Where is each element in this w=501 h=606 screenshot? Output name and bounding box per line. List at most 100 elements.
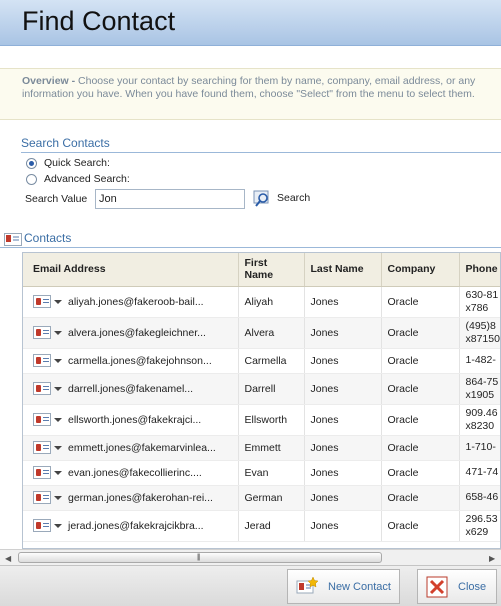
close-label: Close: [458, 580, 487, 593]
quick-search-label: Quick Search:: [44, 157, 110, 169]
contact-card-icon[interactable]: [33, 441, 51, 454]
quick-search-option[interactable]: Quick Search:: [26, 157, 110, 169]
company-cell: Oracle: [381, 510, 460, 542]
table-row[interactable]: ellsworth.jones@fakekrajci... Ellsworth Jo…: [23, 404, 500, 436]
contact-card-icon[interactable]: [33, 491, 51, 504]
table-row[interactable]: jerad.jones@fakekrajcikbra... Jerad Jones O…: [23, 510, 500, 542]
email-cell: german.jones@fakerohan-rei...: [23, 485, 239, 511]
email-cell: ellsworth.jones@fakekrajci...: [23, 404, 239, 436]
row-menu-dropdown-icon[interactable]: [54, 386, 62, 391]
contact-card-icon[interactable]: [33, 354, 51, 367]
email-text: aliyah.jones@fakeroob-bail...: [68, 295, 204, 308]
phone-text: 864-75 x1905: [465, 375, 499, 401]
footer-bar: New Contact Close: [0, 565, 501, 606]
email-text: ellsworth.jones@fakekrajci...: [68, 413, 202, 426]
column-header-company[interactable]: Company: [381, 253, 460, 287]
row-menu-dropdown-icon[interactable]: [54, 417, 62, 422]
row-menu-dropdown-icon[interactable]: [54, 299, 62, 304]
phone-cell: 909.46 x8230: [459, 404, 500, 436]
phone-cell: (495)8 x87150: [459, 317, 500, 349]
search-value-label: Search Value: [25, 193, 88, 205]
close-button[interactable]: Close: [417, 569, 497, 604]
first-name-cell: Darrell: [238, 373, 305, 405]
email-text: alvera.jones@fakegleichner...: [68, 326, 206, 339]
scrollbar-thumb[interactable]: |||: [18, 552, 382, 563]
overview-panel: Overview - Choose your contact by search…: [0, 68, 501, 120]
email-text: jerad.jones@fakekrajcikbra...: [68, 519, 204, 532]
phone-cell: 1-482-: [459, 348, 500, 374]
table-row[interactable]: darrell.jones@fakenamel... Darrell Jones Or…: [23, 373, 500, 405]
last-name-cell: Jones: [304, 460, 382, 486]
row-menu-dropdown-icon[interactable]: [54, 495, 62, 500]
row-menu-dropdown-icon[interactable]: [54, 358, 62, 363]
column-header-first-name[interactable]: First Name: [238, 253, 305, 287]
contact-card-icon[interactable]: [33, 466, 51, 479]
search-value-input[interactable]: [95, 189, 245, 209]
company-cell: Oracle: [381, 404, 460, 436]
email-text: darrell.jones@fakenamel...: [68, 382, 194, 395]
email-cell: darrell.jones@fakenamel...: [23, 373, 239, 405]
email-text: evan.jones@fakecollierinc....: [68, 466, 202, 479]
row-menu-dropdown-icon[interactable]: [54, 445, 62, 450]
first-name-cell: Emmett: [238, 435, 305, 461]
last-name-cell: Jones: [304, 435, 382, 461]
contact-card-icon[interactable]: [33, 295, 51, 308]
contact-card-icon[interactable]: [33, 413, 51, 426]
row-menu-dropdown-icon[interactable]: [54, 330, 62, 335]
column-header-phone[interactable]: Phone: [459, 253, 500, 287]
phone-text: 296.53 x629: [465, 512, 498, 538]
table-row[interactable]: german.jones@fakerohan-rei... German Jones…: [23, 485, 500, 511]
phone-text: 630-81 x786: [465, 288, 499, 314]
column-header-email[interactable]: Email Address: [23, 253, 239, 287]
email-text: emmett.jones@fakemarvinlea...: [68, 441, 216, 454]
phone-text: 909.46 x8230: [465, 406, 498, 432]
phone-cell: 630-81 x786: [459, 286, 500, 318]
table-row[interactable]: carmella.jones@fakejohnson... Carmella Jon…: [23, 348, 500, 374]
search-section-title: Search Contacts: [21, 136, 110, 150]
new-contact-button[interactable]: New Contact: [287, 569, 400, 604]
email-cell: carmella.jones@fakejohnson...: [23, 348, 239, 374]
company-cell: Oracle: [381, 348, 460, 374]
email-cell: alvera.jones@fakegleichner...: [23, 317, 239, 349]
first-name-cell: Ellsworth: [238, 404, 305, 436]
email-text: carmella.jones@fakejohnson...: [68, 354, 212, 367]
table-row[interactable]: emmett.jones@fakemarvinlea... Emmett Jones…: [23, 435, 500, 461]
phone-text: 471-74: [465, 466, 499, 478]
scroll-left-icon[interactable]: ◀: [5, 554, 11, 563]
advanced-search-radio[interactable]: [26, 173, 37, 185]
phone-cell: 471-74: [459, 460, 500, 486]
horizontal-scrollbar[interactable]: ◀ ||| ▶: [0, 549, 501, 565]
row-menu-dropdown-icon[interactable]: [54, 470, 62, 475]
new-contact-label: New Contact: [328, 580, 391, 593]
column-header-last-name[interactable]: Last Name: [304, 253, 382, 287]
contacts-section-divider: [0, 247, 501, 248]
row-menu-dropdown-icon[interactable]: [54, 523, 62, 528]
contact-card-icon[interactable]: [33, 382, 51, 395]
contact-card-icon[interactable]: [33, 519, 51, 532]
scroll-right-icon[interactable]: ▶: [489, 554, 495, 563]
search-button-label: Search: [277, 192, 311, 204]
first-name-cell: Jerad: [238, 510, 305, 542]
last-name-cell: Jones: [304, 485, 382, 511]
company-cell: Oracle: [381, 286, 460, 318]
table-row[interactable]: alvera.jones@fakegleichner... Alvera Jones…: [23, 317, 500, 349]
company-cell: Oracle: [381, 317, 460, 349]
search-button[interactable]: Search: [253, 188, 310, 208]
new-contact-icon: [296, 575, 318, 593]
contacts-table: Email Address First Name Last Name Compa…: [23, 253, 500, 542]
advanced-search-option[interactable]: Advanced Search:: [26, 173, 130, 185]
contact-card-icon[interactable]: [33, 326, 51, 339]
table-row[interactable]: evan.jones@fakecollierinc.... Evan Jones Or…: [23, 460, 500, 486]
first-name-cell: German: [238, 485, 305, 511]
email-cell: emmett.jones@fakemarvinlea...: [23, 435, 239, 461]
quick-search-radio[interactable]: [26, 157, 37, 169]
window-title: Find Contact: [22, 6, 176, 36]
last-name-cell: Jones: [304, 373, 382, 405]
table-row[interactable]: aliyah.jones@fakeroob-bail... Aliyah Jones…: [23, 286, 500, 318]
title-bar: Find Contact: [0, 0, 501, 46]
phone-cell: 864-75 x1905: [459, 373, 500, 405]
first-name-cell: Evan: [238, 460, 305, 486]
phone-text: 1-482-: [465, 354, 496, 366]
email-text: german.jones@fakerohan-rei...: [68, 491, 213, 504]
contacts-grid: Email Address First Name Last Name Compa…: [22, 252, 501, 549]
